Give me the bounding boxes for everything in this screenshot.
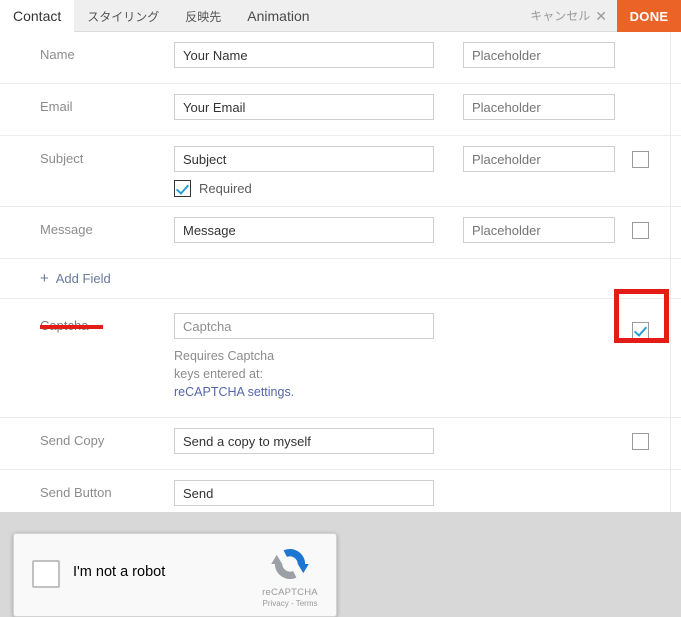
cancel-button[interactable]: キャンセル ✕ bbox=[530, 0, 617, 31]
captcha-hint-text: Requires Captcha keys entered at: bbox=[174, 349, 275, 381]
send-button-value-input[interactable] bbox=[174, 480, 434, 506]
recaptcha-logo-icon bbox=[271, 549, 309, 579]
send-copy-checkbox[interactable] bbox=[632, 433, 649, 450]
required-row: Required bbox=[0, 180, 681, 197]
form-fields-panel: Name Email Subject bbox=[0, 32, 681, 512]
captcha-label-highlight-underline bbox=[40, 325, 103, 329]
send-copy-row: Send Copy bbox=[0, 418, 681, 470]
field-value-input[interactable] bbox=[174, 94, 434, 120]
required-checkbox[interactable] bbox=[174, 180, 191, 197]
recaptcha-branding: reCAPTCHA Privacy - Terms bbox=[259, 542, 321, 608]
table-row: Name bbox=[0, 32, 681, 84]
field-placeholder-input[interactable] bbox=[463, 217, 615, 243]
tab-styling[interactable]: スタイリング bbox=[74, 0, 172, 32]
done-button[interactable]: DONE bbox=[617, 0, 681, 32]
recaptcha-settings-link[interactable]: reCAPTCHA settings. bbox=[174, 385, 294, 399]
tab-contact-label: Contact bbox=[13, 8, 62, 24]
recaptcha-widget[interactable]: I'm not a robot reCAPTCHA Privacy - Term… bbox=[13, 533, 337, 617]
captcha-row: Captcha Requires Captcha keys entered at… bbox=[0, 298, 681, 418]
preview-overlay: I'm not a robot reCAPTCHA Privacy - Term… bbox=[0, 512, 681, 617]
captcha-checkbox-highlight-box bbox=[614, 289, 669, 343]
field-value-input[interactable] bbox=[174, 217, 434, 243]
recaptcha-checkbox-label: I'm not a robot bbox=[73, 564, 166, 580]
table-row: Email bbox=[0, 84, 681, 136]
field-value-input[interactable] bbox=[174, 146, 434, 172]
tab-styling-label: スタイリング bbox=[87, 9, 160, 24]
app-root: Contact スタイリング 反映先 Animation キャンセル ✕ DON… bbox=[0, 0, 681, 617]
editor-toolbar: Contact スタイリング 反映先 Animation キャンセル ✕ DON… bbox=[0, 0, 681, 32]
field-label: Name bbox=[40, 47, 75, 62]
field-label: Message bbox=[40, 222, 93, 237]
tab-contact[interactable]: Contact bbox=[0, 0, 75, 32]
field-enable-checkbox-cell bbox=[632, 151, 649, 168]
captcha-value-input[interactable] bbox=[174, 313, 434, 339]
send-copy-label: Send Copy bbox=[40, 433, 105, 448]
recaptcha-legal-links[interactable]: Privacy - Terms bbox=[259, 599, 321, 608]
send-copy-checkbox-cell bbox=[632, 433, 649, 450]
field-enable-checkbox-cell bbox=[632, 222, 649, 239]
captcha-label: Captcha bbox=[0, 313, 174, 333]
field-placeholder-input[interactable] bbox=[463, 146, 615, 172]
send-button-label: Send Button bbox=[40, 485, 112, 500]
add-field-label: Add Field bbox=[55, 271, 111, 286]
close-x-icon[interactable]: ✕ bbox=[595, 9, 607, 23]
done-label: DONE bbox=[629, 8, 669, 24]
field-value-input[interactable] bbox=[174, 42, 434, 68]
plus-icon: + bbox=[40, 270, 49, 287]
tab-target[interactable]: 反映先 bbox=[172, 0, 234, 32]
captcha-hint: Requires Captcha keys entered at: reCAPT… bbox=[0, 347, 300, 401]
table-row: Message bbox=[0, 207, 681, 259]
field-label: Email bbox=[40, 99, 73, 114]
add-field-button[interactable]: + Add Field bbox=[0, 259, 681, 298]
send-button-row: Send Button Left bbox=[0, 470, 681, 512]
field-placeholder-input[interactable] bbox=[463, 42, 615, 68]
cancel-label: キャンセル bbox=[530, 9, 591, 23]
required-label: Required bbox=[199, 181, 252, 196]
send-copy-value-input[interactable] bbox=[174, 428, 434, 454]
field-enable-checkbox[interactable] bbox=[632, 222, 649, 239]
field-placeholder-input[interactable] bbox=[463, 94, 615, 120]
table-row: Subject Required bbox=[0, 136, 681, 207]
tab-animation-label: Animation bbox=[247, 8, 310, 24]
recaptcha-checkbox[interactable] bbox=[32, 560, 60, 588]
recaptcha-brand-label: reCAPTCHA bbox=[262, 587, 318, 598]
tab-animation[interactable]: Animation bbox=[234, 0, 322, 32]
field-label: Subject bbox=[40, 151, 84, 166]
tab-target-label: 反映先 bbox=[185, 9, 222, 24]
add-field-row: + Add Field bbox=[0, 259, 681, 298]
field-enable-checkbox[interactable] bbox=[632, 151, 649, 168]
